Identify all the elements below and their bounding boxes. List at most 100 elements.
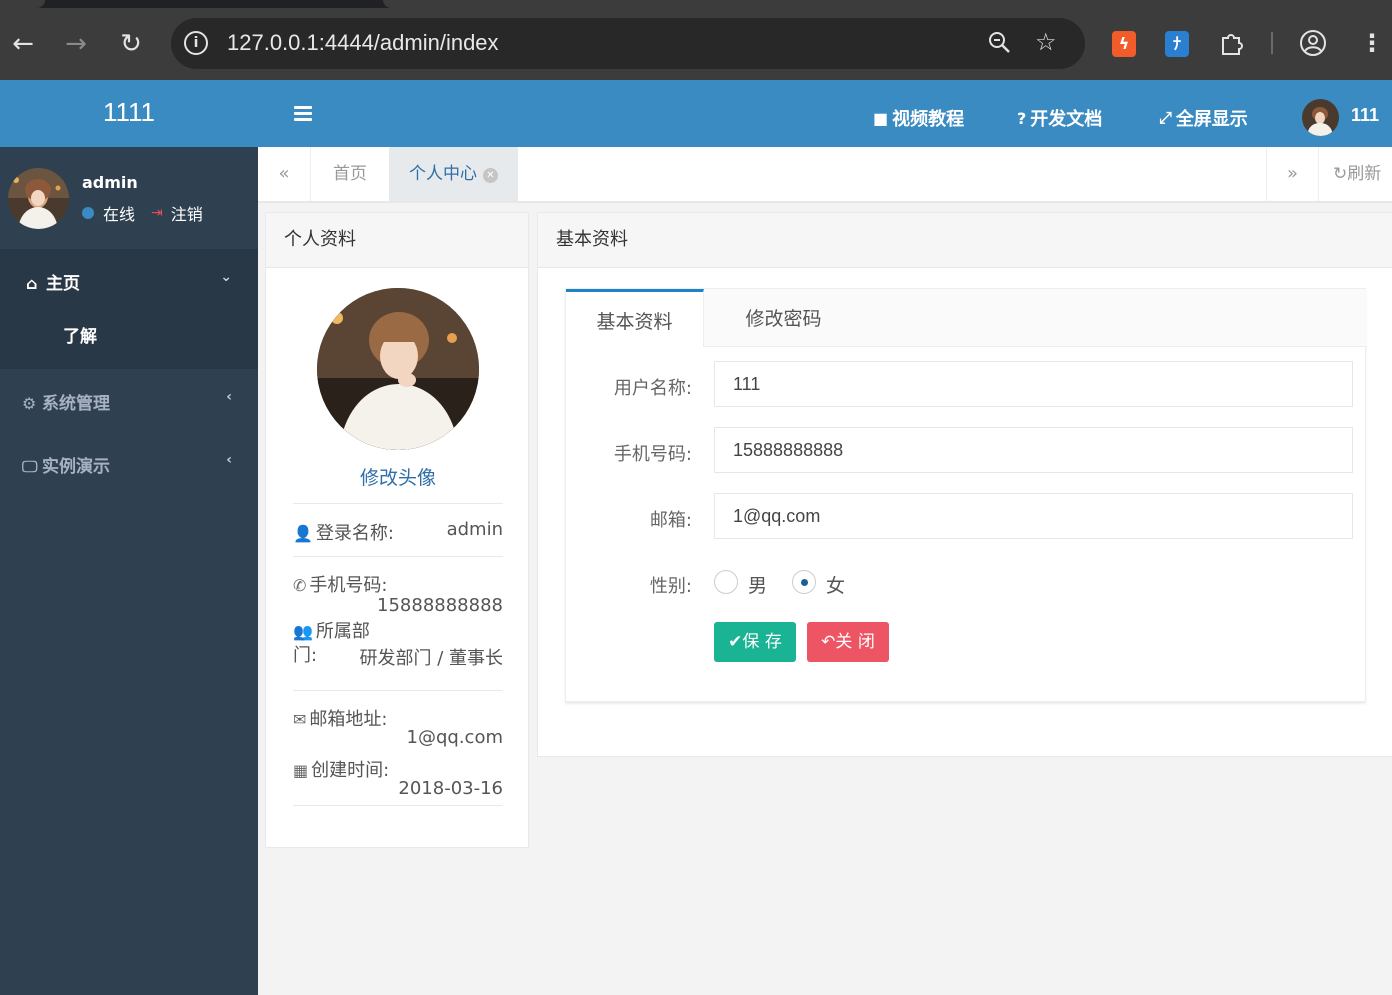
email-field[interactable]: 1@qq.com <box>714 493 1353 539</box>
envelope-icon: ✉ <box>293 710 307 729</box>
sidebar-item-label: 主页 <box>46 274 80 294</box>
extension-lightning-icon[interactable]: ϟ <box>1112 31 1136 57</box>
forward-icon[interactable]: → <box>60 28 92 60</box>
page-tabs-bar: « 首页 个人中心 ✕ » ↻刷新 <box>258 147 1392 203</box>
top-avatar[interactable] <box>1302 99 1339 136</box>
status-text: 在线 <box>103 205 136 224</box>
menu-home-group <box>0 249 258 369</box>
tabs-scroll-left-icon[interactable]: « <box>258 147 311 201</box>
url-text[interactable]: 127.0.0.1:4444/admin/index <box>227 30 499 56</box>
gender-label: 性别: <box>649 576 692 597</box>
basic-info-panel: 基本资料 基本资料 修改密码 用户名称: 111 手机号码: 158888888… <box>537 212 1392 757</box>
user-panel: admin 在线 ⇥ 注销 <box>0 147 258 249</box>
user-name: admin <box>82 173 138 192</box>
toolbar-separator <box>1271 32 1273 54</box>
profile-row-label: 所属部 <box>315 621 370 642</box>
browser-menu-icon[interactable]: ⋮ <box>1360 29 1384 57</box>
tab-profile[interactable]: 个人中心 ✕ <box>389 147 518 201</box>
chevron-down-icon: ⌄ <box>220 269 232 285</box>
gender-male-label[interactable]: 男 <box>748 571 767 598</box>
logout-link[interactable]: 注销 <box>171 201 203 225</box>
profile-row-created: ▦ 创建时间: 2018-03-16 <box>293 744 503 806</box>
check-icon: ✔ <box>728 632 743 652</box>
tab-label: 基本资料 <box>596 311 673 333</box>
menu-toggle-icon[interactable] <box>294 106 312 122</box>
user-icon: 👤 <box>293 524 313 543</box>
bookmark-star-icon[interactable]: ☆ <box>1035 28 1057 56</box>
profile-row-phone: ✆ 手机号码: 15888888888 <box>293 556 503 616</box>
sidebar-item-demo[interactable]: 🖵 实例演示 ‹ <box>0 452 258 477</box>
tab-home[interactable]: 首页 <box>313 147 387 201</box>
tab-label: 修改密码 <box>745 308 822 330</box>
profile-row-login: 👤 登录名称: admin <box>293 503 503 556</box>
profile-row-dept: 👥 所属部门: 研发部门 / 董事长 <box>293 610 503 690</box>
change-avatar-link[interactable]: 修改头像 <box>266 463 530 490</box>
reload-icon[interactable]: ↻ <box>115 28 147 60</box>
basic-tabs-container: 基本资料 修改密码 用户名称: 111 手机号码: 15888888888 邮箱… <box>565 288 1367 702</box>
fullscreen-link[interactable]: ⤢ 全屏显示 <box>1159 105 1248 131</box>
phone-label: 手机号码: <box>613 444 692 465</box>
profile-icon[interactable] <box>1299 29 1327 63</box>
tab-strip <box>0 0 1392 8</box>
sidebar-item-label: 了解 <box>63 327 97 347</box>
profile-row-label: 创建时间: <box>311 760 390 781</box>
address-bar[interactable]: i 127.0.0.1:4444/admin/index ☆ <box>171 18 1085 69</box>
phone-field[interactable]: 15888888888 <box>714 427 1353 473</box>
video-tutorial-link[interactable]: ■ 视频教程 <box>873 105 964 131</box>
dev-docs-label: 开发文档 <box>1030 109 1103 130</box>
sidebar-item-system[interactable]: ⚙ 系统管理 ‹ <box>0 389 258 414</box>
tab-label: 个人中心 <box>409 164 477 184</box>
top-navbar: ■ 视频教程 ? 开发文档 ⤢ 全屏显示 111 <box>258 80 1392 147</box>
close-label: 关 闭 <box>835 632 875 652</box>
sidebar-item-label: 实例演示 <box>42 457 110 477</box>
zoom-icon[interactable] <box>987 30 1011 60</box>
username-label: 用户名称: <box>613 378 692 399</box>
avatar[interactable] <box>8 168 69 229</box>
sidebar-item-about[interactable]: 了解 <box>0 322 258 347</box>
profile-panel: 个人资料 修改头像 👤 登录名称: admin ✆ 手机号码: 1588888888… <box>265 212 529 848</box>
expand-icon: ⤢ <box>1159 108 1172 127</box>
refresh-button[interactable]: ↻刷新 <box>1333 147 1381 201</box>
extensions-puzzle-icon[interactable] <box>1218 29 1246 63</box>
gender-male-radio[interactable] <box>714 570 738 594</box>
tab-close-icon[interactable]: ✕ <box>483 168 498 183</box>
tab-basic-info[interactable]: 基本资料 <box>566 289 704 347</box>
extension-figure-icon[interactable]: ﾅ <box>1165 31 1189 57</box>
calendar-icon: ▦ <box>293 761 309 780</box>
top-username[interactable]: 111 <box>1351 105 1379 126</box>
profile-panel-title: 个人资料 <box>266 213 528 268</box>
profile-row-label: 邮箱地址: <box>309 709 388 730</box>
refresh-label: 刷新 <box>1347 164 1382 184</box>
online-dot-icon <box>82 207 94 219</box>
close-button[interactable]: ↶关 闭 <box>807 622 889 662</box>
tabs-scroll-right-icon[interactable]: » <box>1266 147 1319 201</box>
logout-icon[interactable]: ⇥ <box>151 205 163 221</box>
profile-row-label: 门: <box>293 645 318 666</box>
video-tutorial-label: 视频教程 <box>892 109 965 130</box>
username-field[interactable]: 111 <box>714 361 1353 407</box>
browser-tab-edge <box>0 0 45 8</box>
users-icon: 👥 <box>293 622 313 641</box>
dev-docs-link[interactable]: ? 开发文档 <box>1017 105 1102 131</box>
profile-row-label: 手机号码: <box>309 575 388 596</box>
browser-tab-edge <box>383 0 1392 8</box>
gender-female-label[interactable]: 女 <box>826 571 845 598</box>
site-info-icon[interactable]: i <box>184 31 208 55</box>
save-button[interactable]: ✔保 存 <box>714 622 796 662</box>
sidebar-item-home[interactable]: ⌂ 主页 ⌄ <box>0 269 258 294</box>
back-icon[interactable]: ← <box>7 28 39 60</box>
profile-row-value: 研发部门 / 董事长 <box>359 648 503 669</box>
tab-label: 首页 <box>333 164 367 184</box>
gear-icon: ⚙ <box>22 394 37 413</box>
chevron-left-icon: ‹ <box>226 389 232 405</box>
question-circle-icon: ? <box>1017 108 1027 128</box>
email-label: 邮箱: <box>649 510 692 531</box>
chevron-left-icon: ‹ <box>226 452 232 468</box>
reply-icon: ↶ <box>821 632 836 652</box>
tab-change-password[interactable]: 修改密码 <box>706 289 861 347</box>
sidebar: 1111 admin 在线 ⇥ 注销 ⌂ 主页 ⌄ 了解 ⚙ 系统管理 ‹ 🖵 实例演… <box>0 80 258 995</box>
gender-female-radio[interactable] <box>792 570 816 594</box>
video-camera-icon: ■ <box>873 108 889 128</box>
logo[interactable]: 1111 <box>0 80 258 147</box>
profile-avatar[interactable] <box>317 288 479 450</box>
